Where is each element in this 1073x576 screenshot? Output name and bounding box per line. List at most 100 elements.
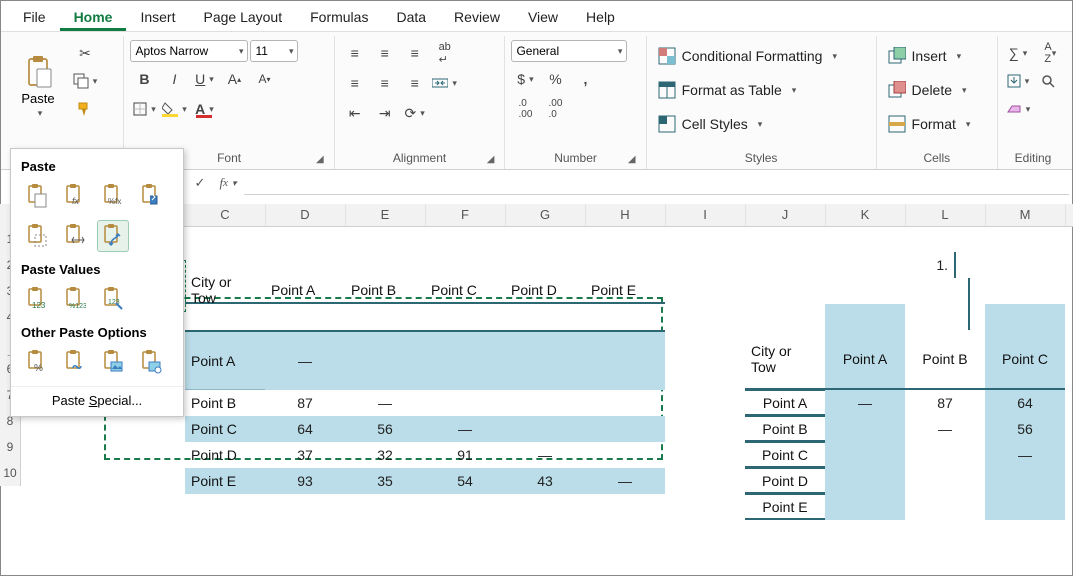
paste-picture-icon[interactable] [97,346,129,378]
alignment-dialog-launcher[interactable]: ◢ [487,153,495,167]
align-left-button[interactable]: ≡ [341,70,369,96]
left-val-3-3[interactable]: — [505,442,585,468]
undefined[interactable] [505,226,517,252]
left-col-0[interactable]: Point A [265,278,345,304]
menu-review[interactable]: Review [440,5,514,31]
left-val-1-1[interactable]: — [345,390,425,416]
font-color-button[interactable]: A▾ [190,96,218,122]
right-val-1-2[interactable]: 56 [985,416,1065,442]
decrease-indent-button[interactable]: ⇤ [341,100,369,126]
col-header-L[interactable]: L [905,204,986,226]
right-val-0-1[interactable]: 87 [905,390,985,416]
borders-button[interactable]: ▾ [130,96,158,122]
align-right-button[interactable]: ≡ [401,70,429,96]
left-row-name-4[interactable]: Point E [185,468,265,494]
menu-insert[interactable]: Insert [126,5,189,31]
paste-keep-source-formatting-icon[interactable] [135,180,167,212]
left-val-1-3[interactable] [505,390,585,416]
delete-cells-button[interactable]: Delete▾ [883,74,974,106]
menu-data[interactable]: Data [382,5,440,31]
left-row-name-0[interactable]: Point A [185,330,265,390]
sort-filter-button[interactable]: AZ▾ [1034,40,1062,66]
left-col-1[interactable]: Point B [345,278,425,304]
paste-special-item[interactable]: Paste Special... [11,386,183,412]
grow-font-button[interactable]: A▴ [220,66,248,92]
left-title[interactable]: City or Tow [185,278,265,304]
menu-page-layout[interactable]: Page Layout [189,5,296,31]
left-val-2-3[interactable] [505,416,585,442]
font-name-combo[interactable]: Aptos Narrow▾ [130,40,248,62]
fill-button[interactable]: ▾ [1004,68,1032,94]
col-header-E[interactable]: E [345,204,426,226]
paste-transpose-icon[interactable] [97,220,129,252]
right-val-0-2[interactable]: 64 [985,390,1065,416]
paste-button[interactable]: Paste ▾ [11,40,65,134]
comma-button[interactable]: , [571,66,599,92]
align-middle-button[interactable]: ≡ [371,40,399,66]
right-col-1[interactable]: Point B [905,330,985,390]
left-val-1-4[interactable] [585,390,665,416]
decrease-decimal-button[interactable]: .00.0 [541,96,569,122]
undefined[interactable] [425,226,437,252]
right-row-name-2[interactable]: Point C [745,442,825,468]
right-row-name-4[interactable]: Point E [745,494,825,520]
right-val-1-0[interactable] [825,416,905,442]
bold-button[interactable]: B [130,66,158,92]
left-row-name-3[interactable]: Point D [185,442,265,468]
left-col-3[interactable]: Point D [505,278,585,304]
orientation-button[interactable]: ⟳▾ [401,100,429,126]
shrink-font-button[interactable]: A▾ [250,66,278,92]
left-val-0-4[interactable] [585,330,665,390]
right-blue-ext-K[interactable] [825,304,905,330]
conditional-formatting-button[interactable]: Conditional Formatting▾ [653,40,844,72]
right-row-name-0[interactable]: Point A [745,390,825,416]
paste-all-icon[interactable] [21,180,53,212]
right-val-2-0[interactable] [825,442,905,468]
right-col-0[interactable]: Point A [825,330,905,390]
left-val-2-1[interactable]: 56 [345,416,425,442]
left-val-2-4[interactable] [585,416,665,442]
italic-button[interactable]: I [160,66,188,92]
left-val-4-1[interactable]: 35 [345,468,425,494]
left-val-0-0[interactable]: — [265,330,345,390]
left-row-name-2[interactable]: Point C [185,416,265,442]
col-header-F[interactable]: F [425,204,506,226]
insert-cells-button[interactable]: Insert▾ [883,40,969,72]
undefined[interactable] [185,226,197,252]
underline-button[interactable]: U▾ [190,66,218,92]
right-val-4-1[interactable] [905,494,985,520]
increase-decimal-button[interactable]: .0.00 [511,96,539,122]
right-val-3-1[interactable] [905,468,985,494]
autosum-button[interactable]: ∑▾ [1004,40,1032,66]
left-val-3-1[interactable]: 32 [345,442,425,468]
col-header-I[interactable]: I [665,204,746,226]
left-val-1-0[interactable]: 87 [265,390,345,416]
left-val-3-0[interactable]: 37 [265,442,345,468]
col-header-K[interactable]: K [825,204,906,226]
menu-file[interactable]: File [9,5,60,31]
left-val-4-4[interactable]: — [585,468,665,494]
left-val-0-1[interactable] [345,330,425,390]
left-col-2[interactable]: Point C [425,278,505,304]
format-cells-button[interactable]: Format▾ [883,108,978,140]
currency-button[interactable]: $▾ [511,66,539,92]
increase-indent-button[interactable]: ⇥ [371,100,399,126]
paste-no-borders-icon[interactable] [21,220,53,252]
right-corner[interactable]: 1. [876,252,956,278]
right-val-3-0[interactable] [825,468,905,494]
paste-values-number-format-icon[interactable]: %123 [59,283,91,315]
fill-color-button[interactable]: ▾ [160,96,188,122]
copy-button[interactable]: ▾ [71,68,99,94]
clear-button[interactable]: ▾ [1004,96,1032,122]
paste-link-icon[interactable] [59,346,91,378]
right-val-2-1[interactable] [905,442,985,468]
left-val-4-2[interactable]: 54 [425,468,505,494]
menu-formulas[interactable]: Formulas [296,5,382,31]
font-dialog-launcher[interactable]: ◢ [316,153,324,167]
col-header-H[interactable]: H [585,204,666,226]
left-val-1-2[interactable] [425,390,505,416]
wrap-text-button[interactable]: ab↵ [431,40,459,66]
number-dialog-launcher[interactable]: ◢ [628,153,636,167]
col-header-D[interactable]: D [265,204,346,226]
col-header-C[interactable]: C [185,204,266,226]
